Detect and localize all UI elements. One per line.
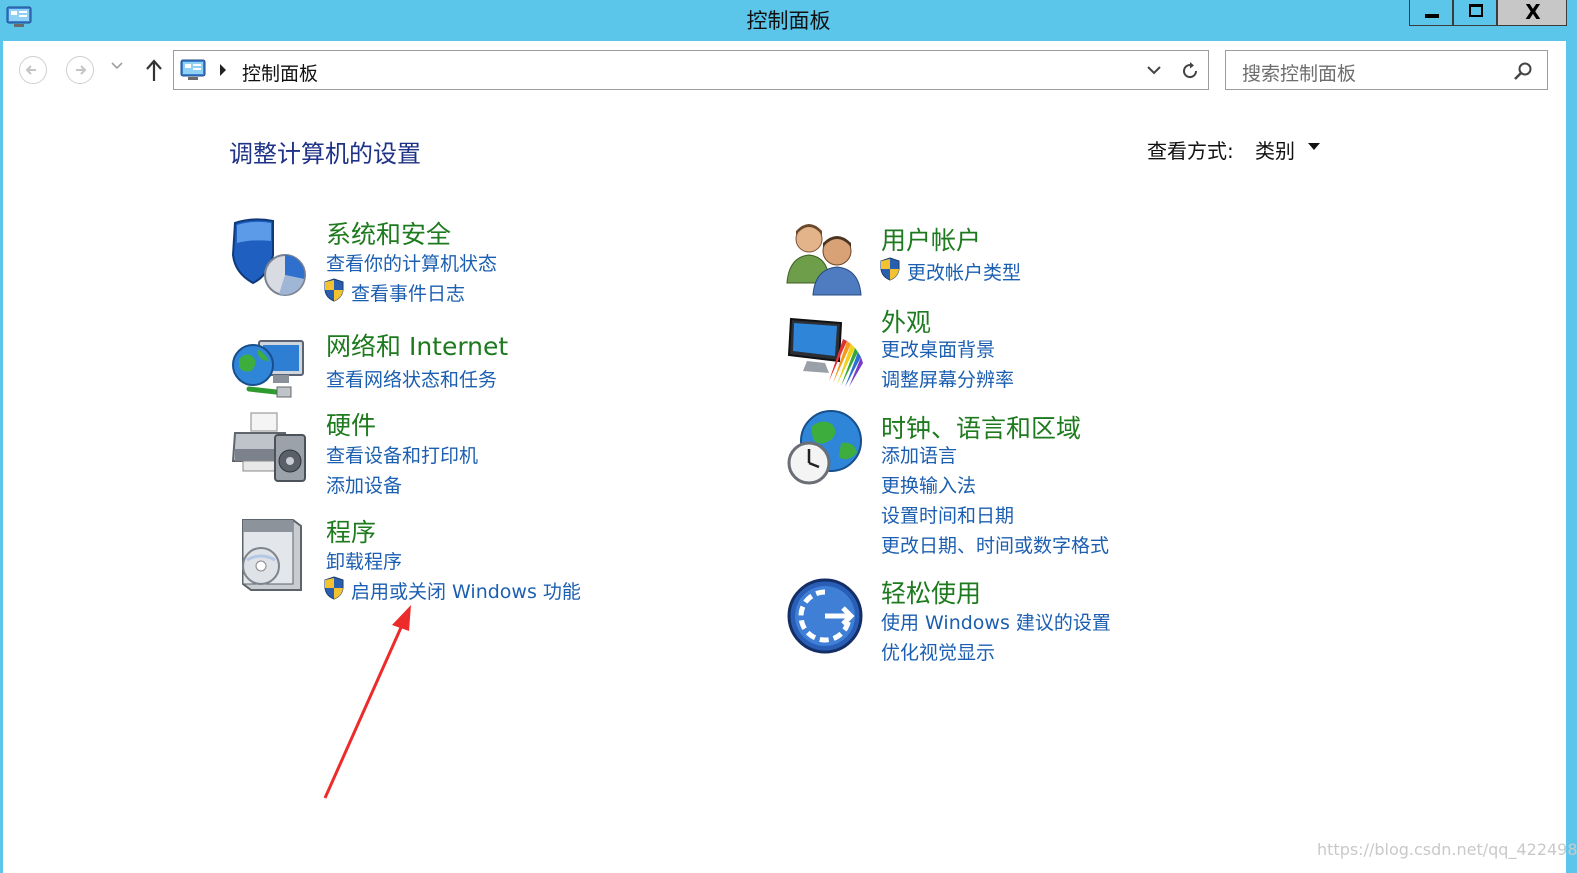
uac-shield-icon bbox=[324, 576, 344, 600]
link-optimize-visual-display[interactable]: 优化视觉显示 bbox=[881, 638, 995, 665]
up-arrow-icon[interactable] bbox=[143, 56, 165, 84]
annotation-arrow-head bbox=[392, 605, 411, 631]
search-box[interactable]: 搜索控制面板 bbox=[1225, 50, 1548, 90]
category-system-security-title[interactable]: 系统和安全 bbox=[326, 215, 451, 251]
uac-shield-icon bbox=[880, 257, 900, 281]
breadcrumb-control-panel[interactable]: 控制面板 bbox=[242, 59, 318, 86]
link-change-account-type[interactable]: 更改帐户类型 bbox=[907, 258, 1021, 285]
address-bar[interactable]: 控制面板 bbox=[173, 50, 1209, 90]
back-arrow-icon bbox=[25, 65, 36, 75]
category-ease-of-access-title[interactable]: 轻松使用 bbox=[881, 574, 981, 610]
minimize-button[interactable] bbox=[1409, 0, 1453, 26]
category-network-title[interactable]: 网络和 Internet bbox=[326, 327, 508, 363]
maximize-button[interactable] bbox=[1453, 0, 1497, 26]
view-by-label: 查看方式: bbox=[1147, 139, 1234, 163]
breadcrumb-separator-icon[interactable] bbox=[218, 63, 228, 77]
watermark: https://blog.csdn.net/qq_42249896 bbox=[1317, 840, 1577, 859]
recent-locations-chevron-icon[interactable] bbox=[111, 61, 123, 71]
link-adjust-screen-resolution[interactable]: 调整屏幕分辨率 bbox=[881, 365, 1014, 392]
link-windows-recommended-settings[interactable]: 使用 Windows 建议的设置 bbox=[881, 608, 1111, 635]
link-change-date-time-number-formats[interactable]: 更改日期、时间或数字格式 bbox=[881, 531, 1109, 558]
back-button[interactable] bbox=[19, 56, 47, 84]
users-icon[interactable] bbox=[785, 217, 865, 297]
category-user-accounts-title[interactable]: 用户帐户 bbox=[881, 221, 981, 257]
search-input[interactable]: 搜索控制面板 bbox=[1242, 59, 1356, 86]
client-area: 控制面板 搜索控制面板 调整计算机的设置 查看方式: 类别 系统和安全 查看你的… bbox=[3, 41, 1577, 873]
category-programs-title[interactable]: 程序 bbox=[326, 513, 376, 549]
link-add-device[interactable]: 添加设备 bbox=[326, 471, 402, 498]
view-by-caret-icon[interactable] bbox=[1308, 143, 1320, 150]
link-turn-windows-features[interactable]: 启用或关闭 Windows 功能 bbox=[351, 577, 581, 604]
monitor-palette-icon[interactable] bbox=[785, 311, 865, 391]
category-hardware-title[interactable]: 硬件 bbox=[326, 406, 376, 442]
forward-button[interactable] bbox=[66, 56, 94, 84]
window-title: 控制面板 bbox=[746, 9, 831, 33]
control-panel-window: 控制面板 X 控制面板 搜索控制面板 调整计算机的设置 查看方式: 类别 系统和… bbox=[0, 0, 1577, 873]
view-by-dropdown[interactable]: 类别 bbox=[1255, 135, 1295, 164]
link-view-network-status[interactable]: 查看网络状态和任务 bbox=[326, 365, 497, 392]
globe-network-icon[interactable] bbox=[229, 331, 309, 411]
category-clock-region-title[interactable]: 时钟、语言和区域 bbox=[881, 409, 1081, 445]
link-view-computer-status[interactable]: 查看你的计算机状态 bbox=[326, 249, 497, 276]
link-set-time-date[interactable]: 设置时间和日期 bbox=[881, 501, 1014, 528]
close-icon: X bbox=[1525, 0, 1541, 24]
search-icon[interactable] bbox=[1513, 61, 1533, 81]
shield-pie-icon[interactable] bbox=[229, 217, 309, 297]
link-change-input-method[interactable]: 更换输入法 bbox=[881, 471, 976, 498]
close-button[interactable]: X bbox=[1497, 0, 1567, 26]
forward-arrow-icon bbox=[76, 65, 87, 75]
printer-icon[interactable] bbox=[229, 409, 309, 489]
uac-shield-icon bbox=[324, 278, 344, 302]
category-appearance-title[interactable]: 外观 bbox=[881, 303, 931, 339]
link-view-devices-printers[interactable]: 查看设备和打印机 bbox=[326, 441, 478, 468]
page-title: 调整计算机的设置 bbox=[229, 140, 421, 168]
ease-of-access-icon[interactable] bbox=[785, 576, 865, 656]
link-add-language[interactable]: 添加语言 bbox=[881, 441, 957, 468]
refresh-icon[interactable] bbox=[1179, 60, 1201, 82]
control-panel-icon bbox=[180, 59, 206, 80]
link-uninstall-program[interactable]: 卸载程序 bbox=[326, 547, 402, 574]
annotation-arrow-line bbox=[323, 622, 405, 799]
link-view-event-logs[interactable]: 查看事件日志 bbox=[351, 279, 465, 306]
software-box-icon[interactable] bbox=[229, 516, 309, 596]
globe-clock-icon[interactable] bbox=[785, 407, 865, 487]
title-bar[interactable]: 控制面板 X bbox=[0, 0, 1577, 40]
link-change-desktop-background[interactable]: 更改桌面背景 bbox=[881, 335, 995, 362]
address-dropdown-chevron-icon[interactable] bbox=[1146, 63, 1162, 77]
